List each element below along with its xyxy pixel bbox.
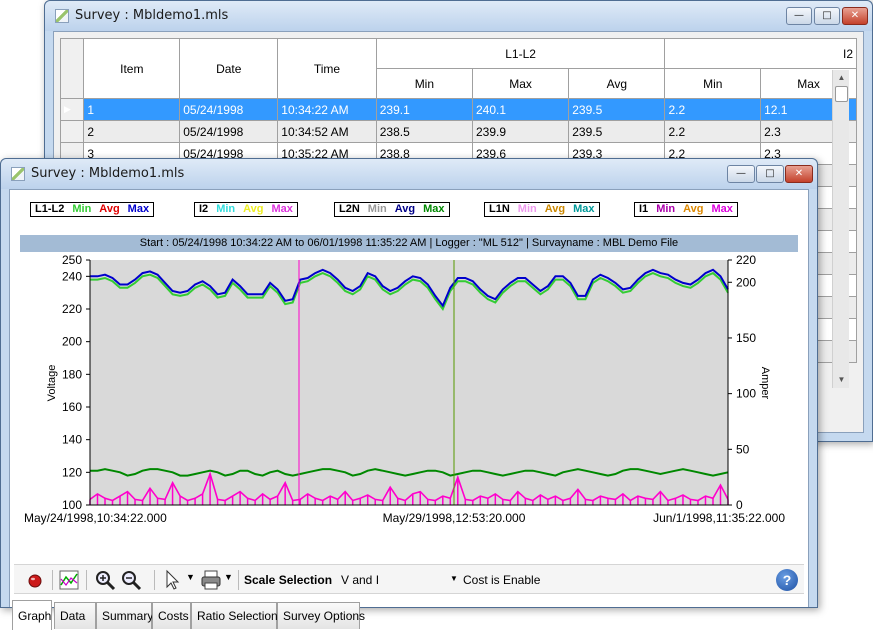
- cell-item[interactable]: 1: [83, 98, 181, 121]
- y2-tick-label: 150: [736, 331, 756, 345]
- header-avg[interactable]: Avg: [568, 68, 666, 99]
- y-tick-label: 140: [62, 433, 82, 447]
- y-tick-label: 160: [62, 400, 82, 414]
- document-icon: [55, 9, 69, 23]
- y2-axis-label: Amper: [759, 367, 771, 400]
- y-tick-label: 240: [62, 269, 82, 283]
- y-axis-right: 220 200 150 100 50 0: [727, 253, 756, 512]
- zoom-out-icon[interactable]: [120, 569, 142, 591]
- table-row[interactable]: 2 05/24/1998 10:34:52 AM 238.5 239.9 239…: [60, 120, 857, 143]
- cell-min-i2[interactable]: 2.2: [664, 98, 762, 121]
- minimize-button[interactable]: —: [727, 165, 755, 183]
- tab-graph[interactable]: Graph: [12, 600, 52, 630]
- chart-style-button[interactable]: [58, 569, 80, 591]
- cell-item[interactable]: 2: [83, 120, 181, 143]
- x-tick-label: Jun/1/1998,11:35:22.000: [653, 511, 785, 525]
- header-group-i2: I2: [664, 38, 857, 69]
- row-pointer-icon: ▶: [60, 98, 85, 121]
- back-title-bar[interactable]: Survey : Mbldemo1.mls — □ ✕: [45, 1, 872, 31]
- cell-time[interactable]: 10:34:22 AM: [277, 98, 377, 121]
- y-tick-label: 200: [62, 335, 82, 349]
- graph-toolbar: ▼ ▼ Scale Selection V and I ▼ Cost is En…: [14, 564, 804, 594]
- y-axis-left: 250 240 220 200 180 160 140 120 100: [62, 253, 91, 512]
- back-window-title: Survey : Mbldemo1.mls: [75, 8, 229, 23]
- legend-l1n[interactable]: L1N Min Avg Max: [484, 202, 600, 217]
- pointer-icon[interactable]: [162, 569, 184, 591]
- y2-tick-label: 0: [736, 498, 743, 512]
- legend-l2n[interactable]: L2N Min Avg Max: [334, 202, 450, 217]
- print-dropdown-icon[interactable]: ▼: [224, 572, 233, 582]
- row-header: [60, 120, 85, 143]
- maximize-button[interactable]: □: [756, 165, 784, 183]
- y-tick-label: 120: [62, 465, 82, 479]
- cell-date[interactable]: 05/24/1998: [179, 120, 279, 143]
- graph-client-area: L1-L2 Min Avg Max I2 Min Avg Max L2N Min Avg Max …: [9, 189, 810, 630]
- scale-select[interactable]: V and I: [341, 573, 379, 587]
- close-button[interactable]: ✕: [842, 7, 868, 25]
- y2-tick-label: 220: [736, 253, 756, 267]
- y-tick-label: 250: [62, 253, 82, 267]
- header-date[interactable]: Date: [179, 38, 279, 99]
- y-tick-label: 100: [62, 498, 82, 512]
- y2-tick-label: 100: [736, 387, 756, 401]
- document-icon: [11, 167, 25, 181]
- survey-info-bar: Start : 05/24/1998 10:34:22 AM to 06/01/…: [20, 235, 798, 252]
- x-tick-label: May/24/1998,10:34:22.000: [24, 511, 167, 525]
- header-min[interactable]: Min: [375, 68, 473, 99]
- legend-l1-l2[interactable]: L1-L2 Min Avg Max: [30, 202, 155, 217]
- minimize-button[interactable]: —: [786, 7, 812, 25]
- header-group-l1l2: L1-L2: [375, 38, 666, 69]
- cell-max[interactable]: 239.9: [471, 120, 570, 143]
- scale-selection-label: Scale Selection: [244, 573, 333, 587]
- front-window-title: Survey : Mbldemo1.mls: [31, 166, 185, 181]
- y2-tick-label: 50: [736, 442, 750, 456]
- help-icon[interactable]: ?: [776, 569, 798, 591]
- corner-cell: [60, 38, 85, 99]
- y-axis-label: Voltage: [46, 365, 58, 402]
- cell-max[interactable]: 240.1: [471, 98, 570, 121]
- survey-graph-window[interactable]: Survey : Mbldemo1.mls — □ ✕ L1-L2 Min Avg M…: [0, 158, 818, 630]
- tab-summary[interactable]: Summary: [96, 602, 153, 629]
- cell-min[interactable]: 239.1: [375, 98, 473, 121]
- tab-survey-options[interactable]: Survey Options: [277, 602, 365, 629]
- y-tick-label: 180: [62, 367, 82, 381]
- x-axis: May/24/1998,10:34:22.000 May/29/1998,12:5…: [24, 504, 785, 525]
- maximize-button[interactable]: □: [814, 7, 840, 25]
- cell-min-i2[interactable]: 2.2: [664, 120, 762, 143]
- close-button[interactable]: ✕: [785, 165, 813, 183]
- tab-ratio-selection[interactable]: Ratio Selection: [191, 602, 278, 629]
- header-max[interactable]: Max: [471, 68, 570, 99]
- scroll-up-icon[interactable]: ▲: [833, 70, 850, 86]
- pointer-dropdown-icon[interactable]: ▼: [186, 572, 195, 582]
- vertical-scrollbar[interactable]: ▲ ▼: [832, 70, 849, 388]
- x-tick-label: May/29/1998,12:53:20.000: [383, 511, 526, 525]
- front-title-bar[interactable]: Survey : Mbldemo1.mls — □ ✕: [1, 159, 817, 189]
- header-min-i2[interactable]: Min: [664, 68, 762, 99]
- legend-i2[interactable]: I2 Min Avg Max: [194, 202, 298, 217]
- scroll-down-icon[interactable]: ▼: [833, 372, 850, 388]
- y-tick-label: 220: [62, 302, 82, 316]
- cell-date[interactable]: 05/24/1998: [179, 98, 279, 121]
- scroll-thumb[interactable]: [835, 86, 848, 102]
- table-row[interactable]: ▶ 1 05/24/1998 10:34:22 AM 239.1 240.1 2…: [60, 98, 857, 121]
- cost-status-label: Cost is Enable: [463, 573, 541, 587]
- scale-select-dropdown-icon[interactable]: ▼: [450, 574, 458, 583]
- record-button[interactable]: [24, 569, 46, 591]
- voltage-current-chart[interactable]: 250 240 220 200 180 160 140 120 100 220 200 150 100…: [10, 252, 810, 562]
- header-item[interactable]: Item: [83, 38, 181, 99]
- tab-costs[interactable]: Costs: [152, 602, 191, 629]
- zoom-in-icon[interactable]: [94, 569, 116, 591]
- legend-i1[interactable]: I1 Min Avg Max: [634, 202, 738, 217]
- y2-tick-label: 200: [736, 275, 756, 289]
- header-time[interactable]: Time: [277, 38, 377, 99]
- cell-min[interactable]: 238.5: [375, 120, 473, 143]
- tab-data[interactable]: Data: [54, 602, 96, 629]
- cell-avg[interactable]: 239.5: [568, 98, 666, 121]
- cell-time[interactable]: 10:34:52 AM: [277, 120, 377, 143]
- print-icon[interactable]: [200, 569, 222, 591]
- cell-avg[interactable]: 239.5: [568, 120, 666, 143]
